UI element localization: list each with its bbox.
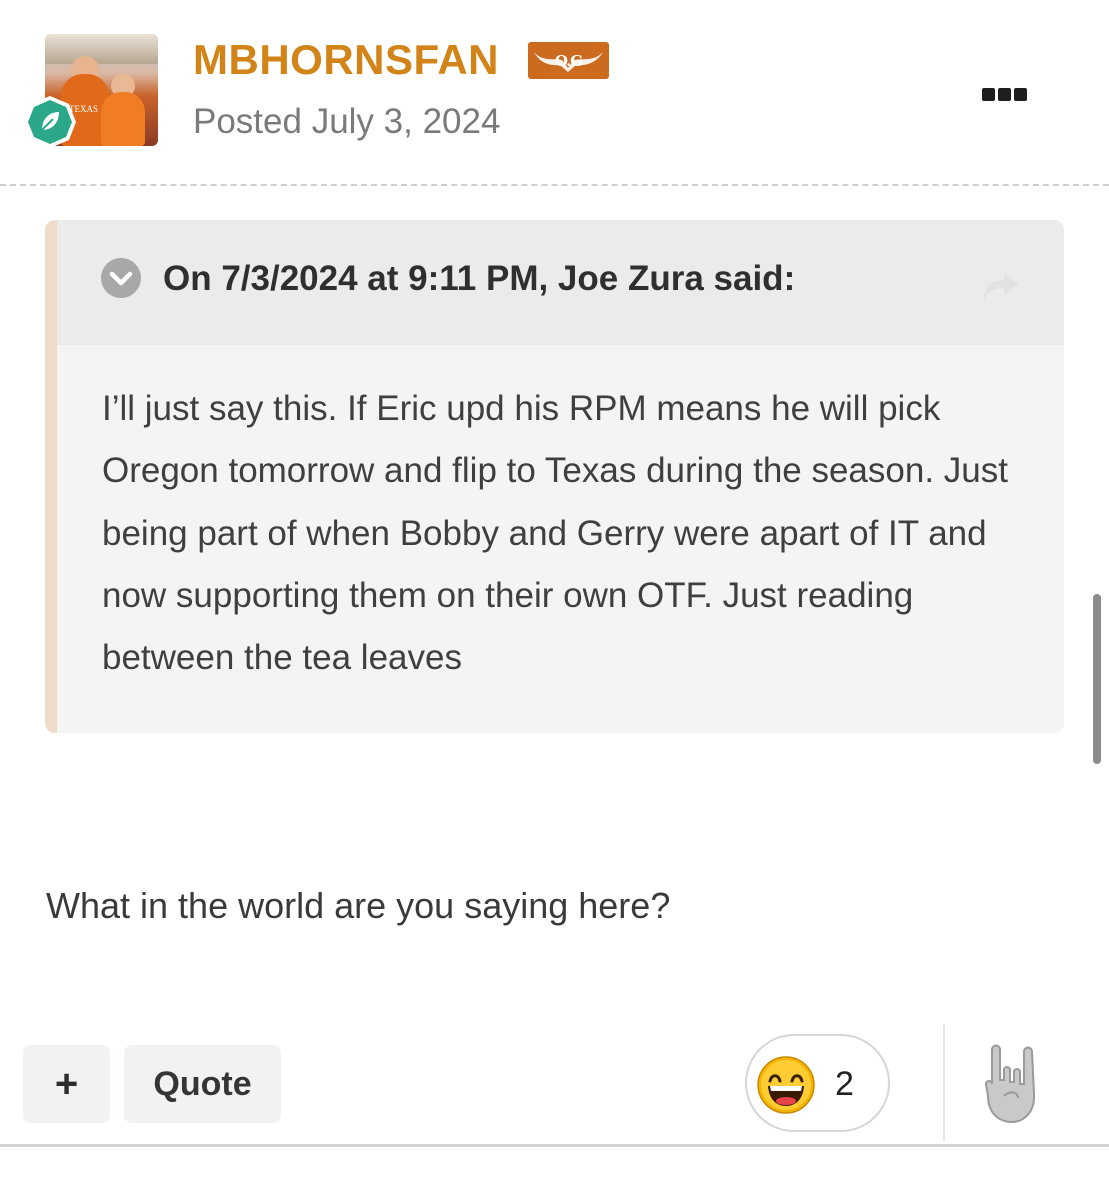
share-arrow-icon[interactable] <box>980 266 1020 302</box>
header-divider <box>0 184 1109 186</box>
action-separator <box>943 1024 945 1142</box>
og-badge: O.G <box>528 42 609 79</box>
menu-dot <box>998 88 1011 101</box>
rank-leaf-badge-icon <box>24 96 76 148</box>
multiquote-add-button[interactable]: + <box>23 1045 110 1123</box>
avatar-background <box>45 34 158 64</box>
menu-dot <box>982 88 995 101</box>
post-bottom-border <box>0 1144 1109 1147</box>
chevron-down-icon[interactable] <box>101 258 141 298</box>
post-date[interactable]: Posted July 3, 2024 <box>193 100 500 144</box>
quote-button[interactable]: Quote <box>124 1045 281 1123</box>
reaction-summary[interactable]: 2 <box>745 1034 890 1132</box>
og-badge-label: O.G <box>554 51 583 70</box>
horns-hand-icon[interactable] <box>978 1040 1048 1126</box>
quote-body-text: I’ll just say this. If Eric upd his RPM … <box>102 389 1008 678</box>
scrollbar[interactable] <box>1093 594 1101 764</box>
quote-citation: On 7/3/2024 at 9:11 PM, Joe Zura said: <box>163 259 796 298</box>
menu-dot <box>1014 88 1027 101</box>
grinning-face-icon <box>757 1056 815 1114</box>
reply-text: What in the world are you saying here? <box>46 885 671 926</box>
more-options-icon[interactable] <box>982 88 1034 110</box>
avatar-person <box>101 92 145 146</box>
author-username[interactable]: MBHORNSFAN <box>193 36 499 84</box>
quote-accent-bar <box>45 220 57 733</box>
reaction-count: 2 <box>835 1065 854 1103</box>
